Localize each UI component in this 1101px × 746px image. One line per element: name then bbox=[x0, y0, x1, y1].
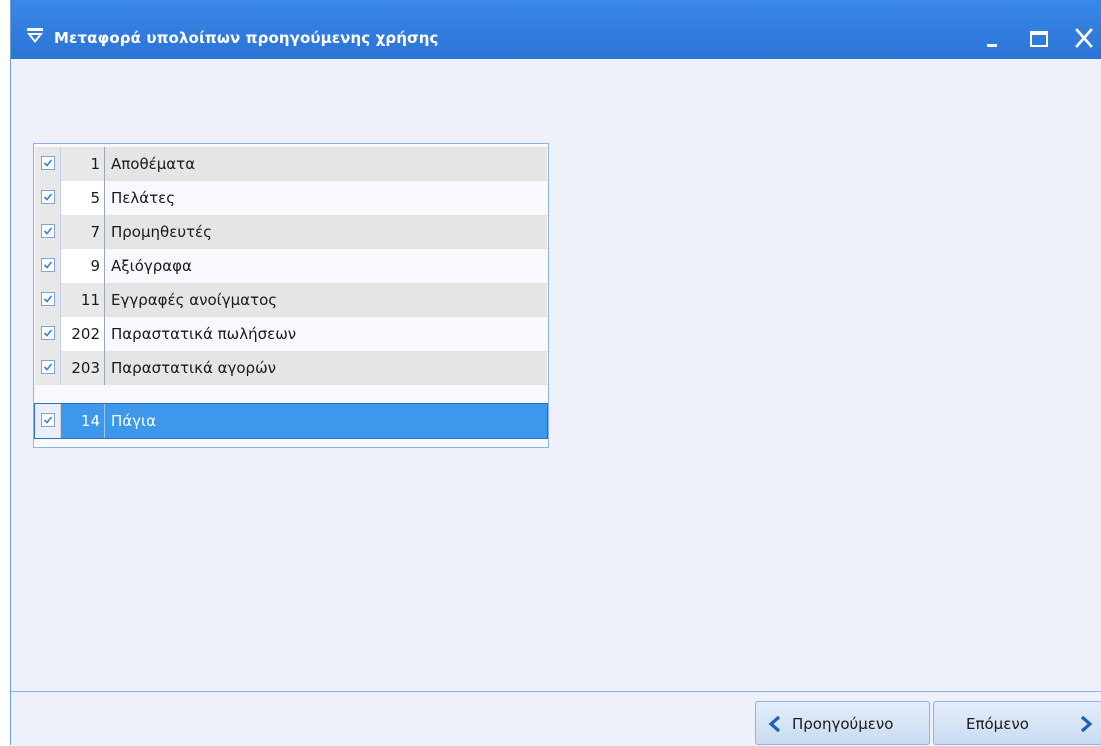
row-label: Πελάτες bbox=[111, 189, 176, 207]
checkbox-cell bbox=[35, 249, 61, 283]
row-label: Αξιόγραφα bbox=[111, 257, 192, 275]
row-checkbox[interactable] bbox=[41, 360, 55, 374]
maximize-button[interactable] bbox=[1026, 22, 1052, 50]
maximize-icon bbox=[1030, 31, 1048, 47]
row-number: 7 bbox=[61, 215, 105, 249]
row-checkbox[interactable] bbox=[41, 326, 55, 340]
chevron-left-icon bbox=[768, 715, 781, 733]
checkbox-cell bbox=[35, 283, 61, 317]
checkmark-icon bbox=[43, 261, 53, 269]
row-checkbox[interactable] bbox=[41, 190, 55, 204]
previous-button[interactable]: Προηγούμενο bbox=[755, 701, 930, 745]
window-title: Μεταφορά υπολοίπων προηγούμενης χρήσης bbox=[54, 29, 439, 47]
row-checkbox[interactable] bbox=[41, 156, 55, 170]
row-label: Παραστατικά πωλήσεων bbox=[111, 325, 297, 343]
checkbox-cell bbox=[35, 181, 61, 215]
row-checkbox[interactable] bbox=[41, 258, 55, 272]
title-bar[interactable]: Μεταφορά υπολοίπων προηγούμενης χρήσης bbox=[11, 0, 1101, 59]
row-number: 203 bbox=[61, 351, 105, 385]
next-button[interactable]: Επόμενο bbox=[933, 701, 1101, 745]
row-number: 202 bbox=[61, 317, 105, 351]
dialog-window: Μεταφορά υπολοίπων προηγούμενης χρήσης 1… bbox=[10, 0, 1101, 746]
wizard-footer: Προηγούμενο Επόμενο bbox=[11, 691, 1101, 746]
row-number: 9 bbox=[61, 249, 105, 283]
checkbox-cell bbox=[35, 147, 61, 181]
checkbox-cell bbox=[35, 351, 61, 385]
checkmark-icon bbox=[43, 227, 53, 235]
checkmark-icon bbox=[43, 363, 53, 371]
checkbox-cell bbox=[35, 404, 61, 438]
chevron-right-icon bbox=[1080, 715, 1093, 733]
row-label: Εγγραφές ανοίγματος bbox=[111, 291, 278, 309]
minimize-button[interactable] bbox=[981, 22, 1007, 50]
row-label: Παραστατικά αγορών bbox=[111, 359, 277, 377]
checkbox-cell bbox=[35, 317, 61, 351]
row-number: 14 bbox=[61, 404, 105, 438]
close-button[interactable] bbox=[1071, 22, 1097, 50]
list-row-apothemata[interactable]: 1 Αποθέματα bbox=[35, 147, 547, 181]
next-button-label: Επόμενο bbox=[966, 715, 1029, 733]
checkmark-icon bbox=[43, 193, 53, 201]
checkmark-icon bbox=[43, 295, 53, 303]
row-label: Προμηθευτές bbox=[111, 223, 212, 241]
row-checkbox[interactable] bbox=[41, 224, 55, 238]
row-number: 5 bbox=[61, 181, 105, 215]
list-row-pelates[interactable]: 5 Πελάτες bbox=[35, 181, 547, 215]
close-icon bbox=[1075, 28, 1093, 48]
row-label: Πάγια bbox=[111, 412, 157, 430]
checkmark-icon bbox=[43, 159, 53, 167]
previous-button-label: Προηγούμενο bbox=[792, 715, 894, 733]
row-label: Αποθέματα bbox=[111, 155, 196, 173]
minimize-icon bbox=[987, 44, 997, 47]
list-row-axiografa[interactable]: 9 Αξιόγραφα bbox=[35, 249, 547, 283]
row-checkbox[interactable] bbox=[41, 413, 55, 427]
checkmark-icon bbox=[43, 329, 53, 337]
row-number: 1 bbox=[61, 147, 105, 181]
checkbox-cell bbox=[35, 215, 61, 249]
row-checkbox[interactable] bbox=[41, 292, 55, 306]
list-row-eggrafes-anoigmatos[interactable]: 11 Εγγραφές ανοίγματος bbox=[35, 283, 547, 317]
row-number: 11 bbox=[61, 283, 105, 317]
balance-type-list[interactable]: 1 Αποθέματα 5 Πελάτες 7 Προμηθευτές 9 Αξ… bbox=[33, 143, 549, 448]
checkmark-icon bbox=[43, 416, 53, 424]
list-row-parastatika-poliseon[interactable]: 202 Παραστατικά πωλήσεων bbox=[35, 317, 547, 351]
list-row-parastatika-agoron[interactable]: 203 Παραστατικά αγορών bbox=[35, 351, 547, 385]
list-row-pagia[interactable]: 14 Πάγια bbox=[34, 403, 548, 439]
list-row-promitheutes[interactable]: 7 Προμηθευτές bbox=[35, 215, 547, 249]
window-menu-icon[interactable] bbox=[26, 27, 44, 45]
